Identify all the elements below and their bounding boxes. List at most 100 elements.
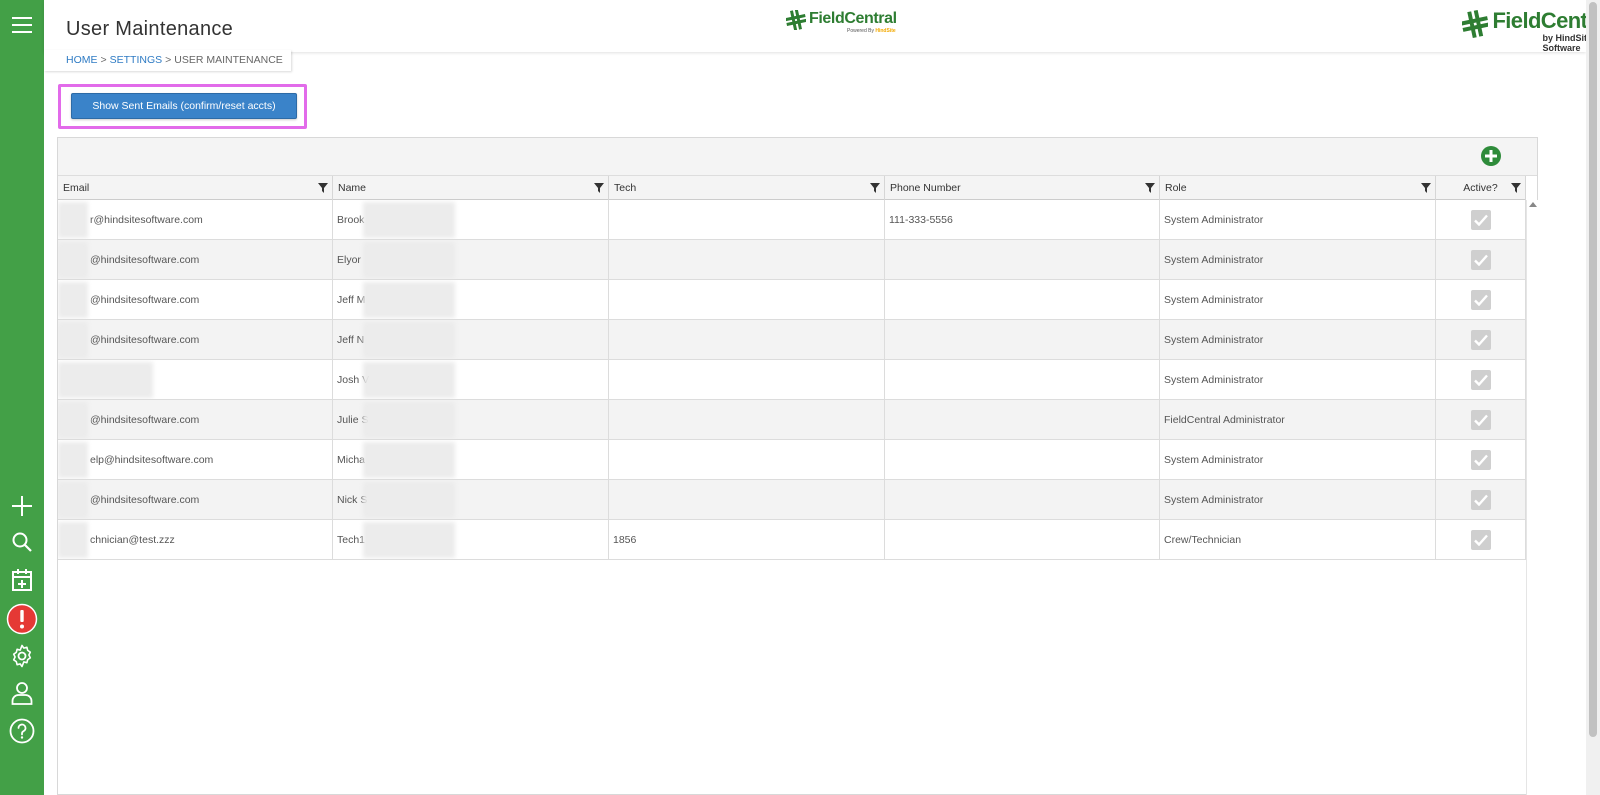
user-icon[interactable]	[6, 677, 38, 709]
calendar-add-icon[interactable]	[6, 564, 38, 596]
hamburger-menu-icon[interactable]	[6, 9, 38, 41]
grid-header-row: Email Name Tech Phone Number Role Active…	[58, 176, 1526, 200]
table-row[interactable]: chnician@test.zzz Tech1 1856 Crew/Technicia…	[58, 520, 1526, 560]
page-scrollbar[interactable]	[1586, 0, 1600, 795]
cell-role: FieldCentral Administrator	[1160, 400, 1436, 439]
active-checkbox[interactable]	[1470, 449, 1491, 470]
active-checkbox[interactable]	[1470, 489, 1491, 510]
active-checkbox[interactable]	[1470, 249, 1491, 270]
cell-phone	[885, 480, 1160, 519]
checkmark-icon	[1473, 334, 1488, 346]
cell-active	[1436, 520, 1526, 559]
cell-name: Jeff M	[333, 280, 609, 319]
column-header-tech[interactable]: Tech	[609, 176, 885, 200]
cell-role-text: System Administrator	[1164, 254, 1264, 266]
plus-icon[interactable]	[6, 490, 38, 522]
active-checkbox[interactable]	[1470, 529, 1491, 550]
active-checkbox[interactable]	[1470, 289, 1491, 310]
scroll-up-arrow-icon[interactable]	[1529, 202, 1537, 207]
filter-icon[interactable]	[1511, 183, 1521, 193]
column-header-active[interactable]: Active?	[1436, 176, 1526, 200]
redaction-mask	[363, 202, 455, 238]
table-row[interactable]: @hindsitesoftware.com Nick S System Admini…	[58, 480, 1526, 520]
redaction-mask	[58, 242, 88, 278]
column-header-label: Email	[63, 182, 90, 194]
filter-icon[interactable]	[1145, 183, 1155, 193]
page-scrollbar-thumb[interactable]	[1589, 2, 1597, 737]
table-row[interactable]: Josh V System Administrator	[58, 360, 1526, 400]
cell-name-text: Elyor	[337, 254, 361, 266]
alert-icon[interactable]	[6, 603, 38, 635]
redaction-mask	[58, 442, 88, 478]
cell-name: Jeff N	[333, 320, 609, 359]
gear-icon[interactable]	[6, 640, 38, 672]
cell-phone: 111-333-5556	[885, 200, 1160, 239]
cell-tech	[609, 280, 885, 319]
column-header-role[interactable]: Role	[1160, 176, 1436, 200]
page-title: User Maintenance	[66, 18, 234, 40]
filter-icon[interactable]	[318, 183, 328, 193]
cell-name: Nick S	[333, 480, 609, 519]
search-icon[interactable]	[6, 526, 38, 558]
cell-role-text: System Administrator	[1164, 494, 1264, 506]
help-icon[interactable]	[6, 715, 38, 747]
add-user-button[interactable]	[1481, 146, 1501, 166]
plus-icon	[1485, 150, 1497, 162]
cell-role: Crew/Technician	[1160, 520, 1436, 559]
column-header-name[interactable]: Name	[333, 176, 609, 200]
table-row[interactable]: @hindsitesoftware.com Elyor System Adminis…	[58, 240, 1526, 280]
table-row[interactable]: @hindsitesoftware.com Julie S FieldCentral…	[58, 400, 1526, 440]
cell-role-text: System Administrator	[1164, 214, 1264, 226]
breadcrumb-settings-link[interactable]: SETTINGS	[110, 54, 163, 66]
redaction-mask	[363, 482, 455, 518]
cell-name-text: Tech1	[337, 534, 366, 546]
active-checkbox[interactable]	[1470, 209, 1491, 230]
cell-role: System Administrator	[1160, 480, 1436, 519]
active-checkbox[interactable]	[1470, 329, 1491, 350]
table-row[interactable]: @hindsitesoftware.com Jeff N System Admini…	[58, 320, 1526, 360]
column-header-email[interactable]: Email	[58, 176, 333, 200]
cell-name-text: Micha	[337, 454, 366, 466]
cell-role-text: Crew/Technician	[1164, 534, 1242, 546]
redaction-mask	[363, 322, 455, 358]
redaction-mask	[58, 322, 88, 358]
breadcrumb-home-link[interactable]: HOME	[66, 54, 98, 66]
column-header-label: Role	[1165, 182, 1187, 194]
redaction-mask	[363, 442, 455, 478]
cell-name-text: Brook	[337, 214, 365, 226]
fieldcentral-logo-right: FieldCentral by HindSite Software	[1462, 9, 1600, 53]
filter-icon[interactable]	[1421, 183, 1431, 193]
filter-icon[interactable]	[870, 183, 880, 193]
grid-scrollbar[interactable]	[1526, 200, 1538, 795]
redaction-mask	[58, 282, 88, 318]
redaction-mask	[363, 282, 455, 318]
redaction-mask	[58, 482, 88, 518]
cell-active	[1436, 240, 1526, 279]
cell-role-text: System Administrator	[1164, 374, 1264, 386]
column-header-label: Phone Number	[890, 182, 961, 194]
breadcrumb: HOME > SETTINGS > USER MAINTENANCE	[66, 54, 283, 66]
show-sent-emails-button[interactable]: Show Sent Emails (confirm/reset accts)	[71, 93, 297, 119]
column-header-phone[interactable]: Phone Number	[885, 176, 1160, 200]
filter-icon[interactable]	[594, 183, 604, 193]
cell-role: System Administrator	[1160, 440, 1436, 479]
cell-role: System Administrator	[1160, 280, 1436, 319]
redaction-mask	[363, 522, 455, 558]
fieldcentral-logo-icon	[786, 10, 806, 30]
active-checkbox[interactable]	[1470, 369, 1491, 390]
user-grid: Email Name Tech Phone Number Role Active…	[57, 137, 1538, 795]
cell-name: Josh V	[333, 360, 609, 399]
cell-name-text: Jeff N	[337, 334, 365, 346]
redaction-mask	[363, 242, 455, 278]
cell-phone	[885, 400, 1160, 439]
cell-name: Micha	[333, 440, 609, 479]
fieldcentral-logo-icon	[1462, 9, 1489, 39]
cell-phone	[885, 360, 1160, 399]
table-row[interactable]: elp@hindsitesoftware.com Micha System Admi…	[58, 440, 1526, 480]
cell-tech	[609, 200, 885, 239]
active-checkbox[interactable]	[1470, 409, 1491, 430]
table-row[interactable]: r@hindsitesoftware.com Brook 111-333-5556 S…	[58, 200, 1526, 240]
table-row[interactable]: @hindsitesoftware.com Jeff M System Admini…	[58, 280, 1526, 320]
cell-email: r@hindsitesoftware.com	[58, 200, 333, 239]
checkmark-icon	[1473, 494, 1488, 506]
